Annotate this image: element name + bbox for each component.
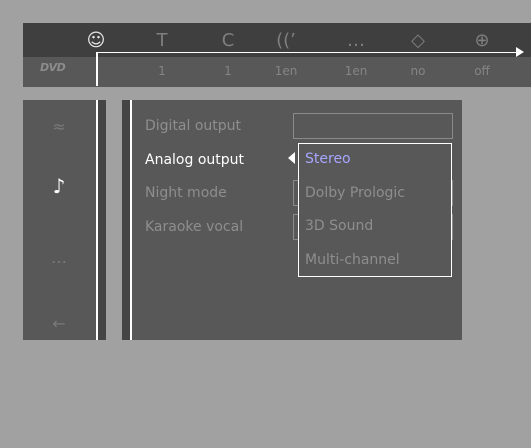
angle-icon[interactable]: ◇ xyxy=(402,26,434,54)
menu-item-analog-output[interactable]: Analog output xyxy=(145,149,244,171)
chapter-icon[interactable]: C xyxy=(212,26,244,54)
zoom-value: off xyxy=(474,64,490,78)
option-3d-sound[interactable]: 3D Sound xyxy=(305,214,373,238)
selection-pointer-icon xyxy=(288,152,295,164)
dvd-logo: DVD xyxy=(40,61,66,74)
menu-bracket-line xyxy=(130,100,132,340)
subtitle-icon[interactable]: … xyxy=(340,26,372,54)
chapter-value: 1 xyxy=(224,64,232,78)
sidebar-bracket-line xyxy=(96,100,98,340)
digital-output-value-box[interactable] xyxy=(293,113,453,139)
disc-menu-icon[interactable]: ☺ xyxy=(80,26,112,54)
top-bar-arrow-icon xyxy=(516,47,524,57)
language-settings-icon[interactable]: … xyxy=(44,243,74,271)
audio-icon[interactable]: ((’ xyxy=(270,26,302,54)
title-value: 1 xyxy=(158,64,166,78)
audio-value: 1en xyxy=(274,64,298,78)
menu-item-digital-output[interactable]: Digital output xyxy=(145,115,241,137)
option-multi-channel[interactable]: Multi-channel xyxy=(305,248,400,272)
menu-item-karaoke-vocal[interactable]: Karaoke vocal xyxy=(145,216,243,238)
top-bar-bracket-horizontal xyxy=(96,52,518,53)
top-bar-bracket-vertical xyxy=(96,52,98,86)
subtitle-value: 1en xyxy=(344,64,368,78)
option-dolby-prologic[interactable]: Dolby Prologic xyxy=(305,181,405,205)
menu-strip xyxy=(122,100,130,340)
menu-item-night-mode[interactable]: Night mode xyxy=(145,182,227,204)
zoom-icon[interactable]: ⊕ xyxy=(466,26,498,54)
features-settings-icon[interactable]: ← xyxy=(44,309,74,337)
sound-settings-icon[interactable]: ♪ xyxy=(44,172,74,200)
option-stereo[interactable]: Stereo xyxy=(305,147,351,171)
title-icon[interactable]: T xyxy=(146,26,178,54)
picture-settings-icon[interactable]: ≈ xyxy=(44,112,74,140)
angle-value: no xyxy=(410,64,426,78)
analog-output-dropdown[interactable]: Stereo Dolby Prologic 3D Sound Multi-cha… xyxy=(298,143,452,277)
